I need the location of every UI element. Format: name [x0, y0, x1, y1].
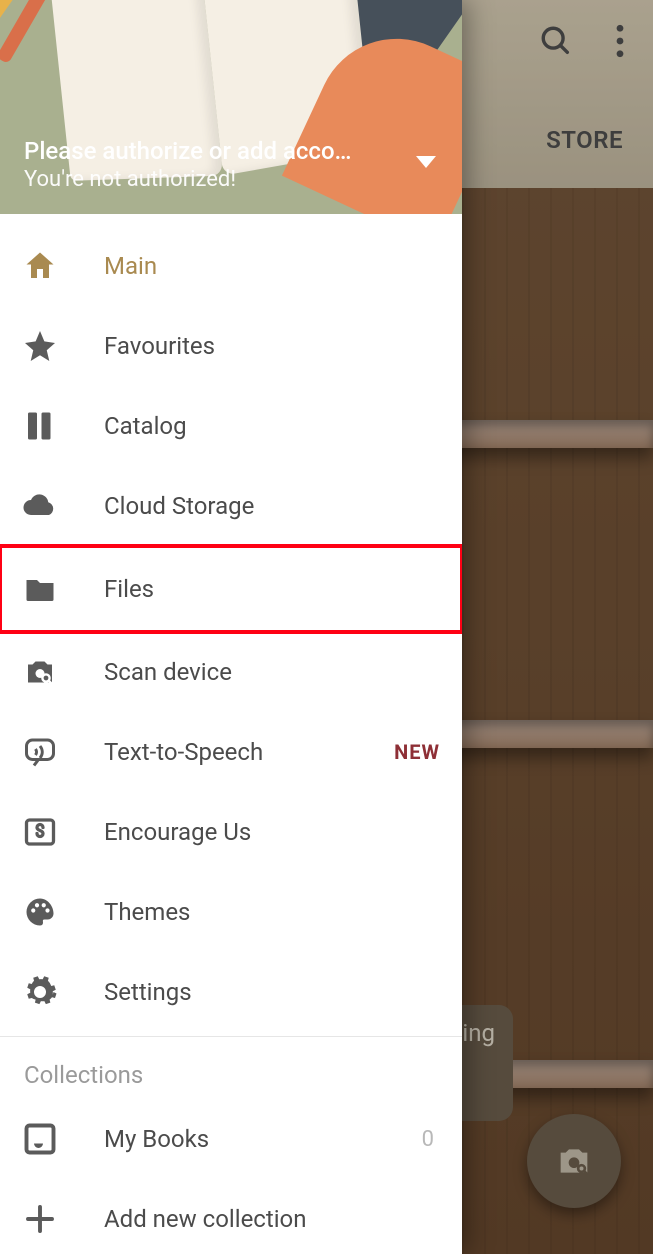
palette-icon — [22, 894, 58, 930]
nav-item-text-to-speech[interactable]: Text-to-Speech NEW — [0, 712, 462, 792]
books-icon — [22, 408, 58, 444]
nav-item-scan-device[interactable]: Scan device — [0, 632, 462, 712]
collection-label: Add new collection — [104, 1205, 440, 1233]
gear-icon — [22, 974, 58, 1010]
nav-item-main[interactable]: Main — [0, 226, 462, 306]
nav-label: Cloud Storage — [104, 492, 440, 520]
nav-label: Favourites — [104, 332, 440, 360]
drawer-header-subtitle: You're not authorized! — [24, 167, 392, 192]
nav-item-files[interactable]: Files — [0, 546, 462, 632]
nav-label: Settings — [104, 978, 440, 1006]
nav-item-catalog[interactable]: Catalog — [0, 386, 462, 466]
nav-label: Catalog — [104, 412, 440, 440]
inbox-icon — [22, 1121, 58, 1157]
collection-item-my-books[interactable]: My Books 0 — [0, 1099, 462, 1179]
chevron-down-icon[interactable] — [416, 156, 436, 168]
collections-section-title: Collections — [0, 1045, 462, 1099]
nav-item-themes[interactable]: Themes — [0, 872, 462, 952]
camera-search-icon — [22, 654, 58, 690]
nav-label: Text-to-Speech — [104, 738, 348, 766]
nav-item-favourites[interactable]: Favourites — [0, 306, 462, 386]
star-icon — [22, 328, 58, 364]
collection-label: My Books — [104, 1125, 376, 1153]
new-badge: NEW — [394, 740, 440, 764]
plus-icon — [22, 1201, 58, 1237]
collection-count: 0 — [422, 1127, 440, 1152]
nav-item-settings[interactable]: Settings — [0, 952, 462, 1032]
nav-item-encourage-us[interactable]: Encourage Us — [0, 792, 462, 872]
navigation-drawer: Please authorize or add acco… You're not… — [0, 0, 462, 1254]
speech-icon — [22, 734, 58, 770]
collection-item-add[interactable]: Add new collection — [0, 1179, 462, 1254]
nav-label: Encourage Us — [104, 818, 440, 846]
nav-label: Scan device — [104, 658, 440, 686]
drawer-header-title: Please authorize or add acco… — [24, 137, 392, 165]
nav-label: Main — [104, 252, 440, 280]
cloud-icon — [22, 488, 58, 524]
divider — [0, 1036, 462, 1037]
nav-label: Themes — [104, 898, 440, 926]
nav-item-cloud-storage[interactable]: Cloud Storage — [0, 466, 462, 546]
folder-icon — [22, 571, 58, 607]
dollar-icon — [22, 814, 58, 850]
nav-label: Files — [104, 575, 440, 603]
home-icon — [22, 248, 58, 284]
drawer-header[interactable]: Please authorize or add acco… You're not… — [0, 0, 462, 214]
